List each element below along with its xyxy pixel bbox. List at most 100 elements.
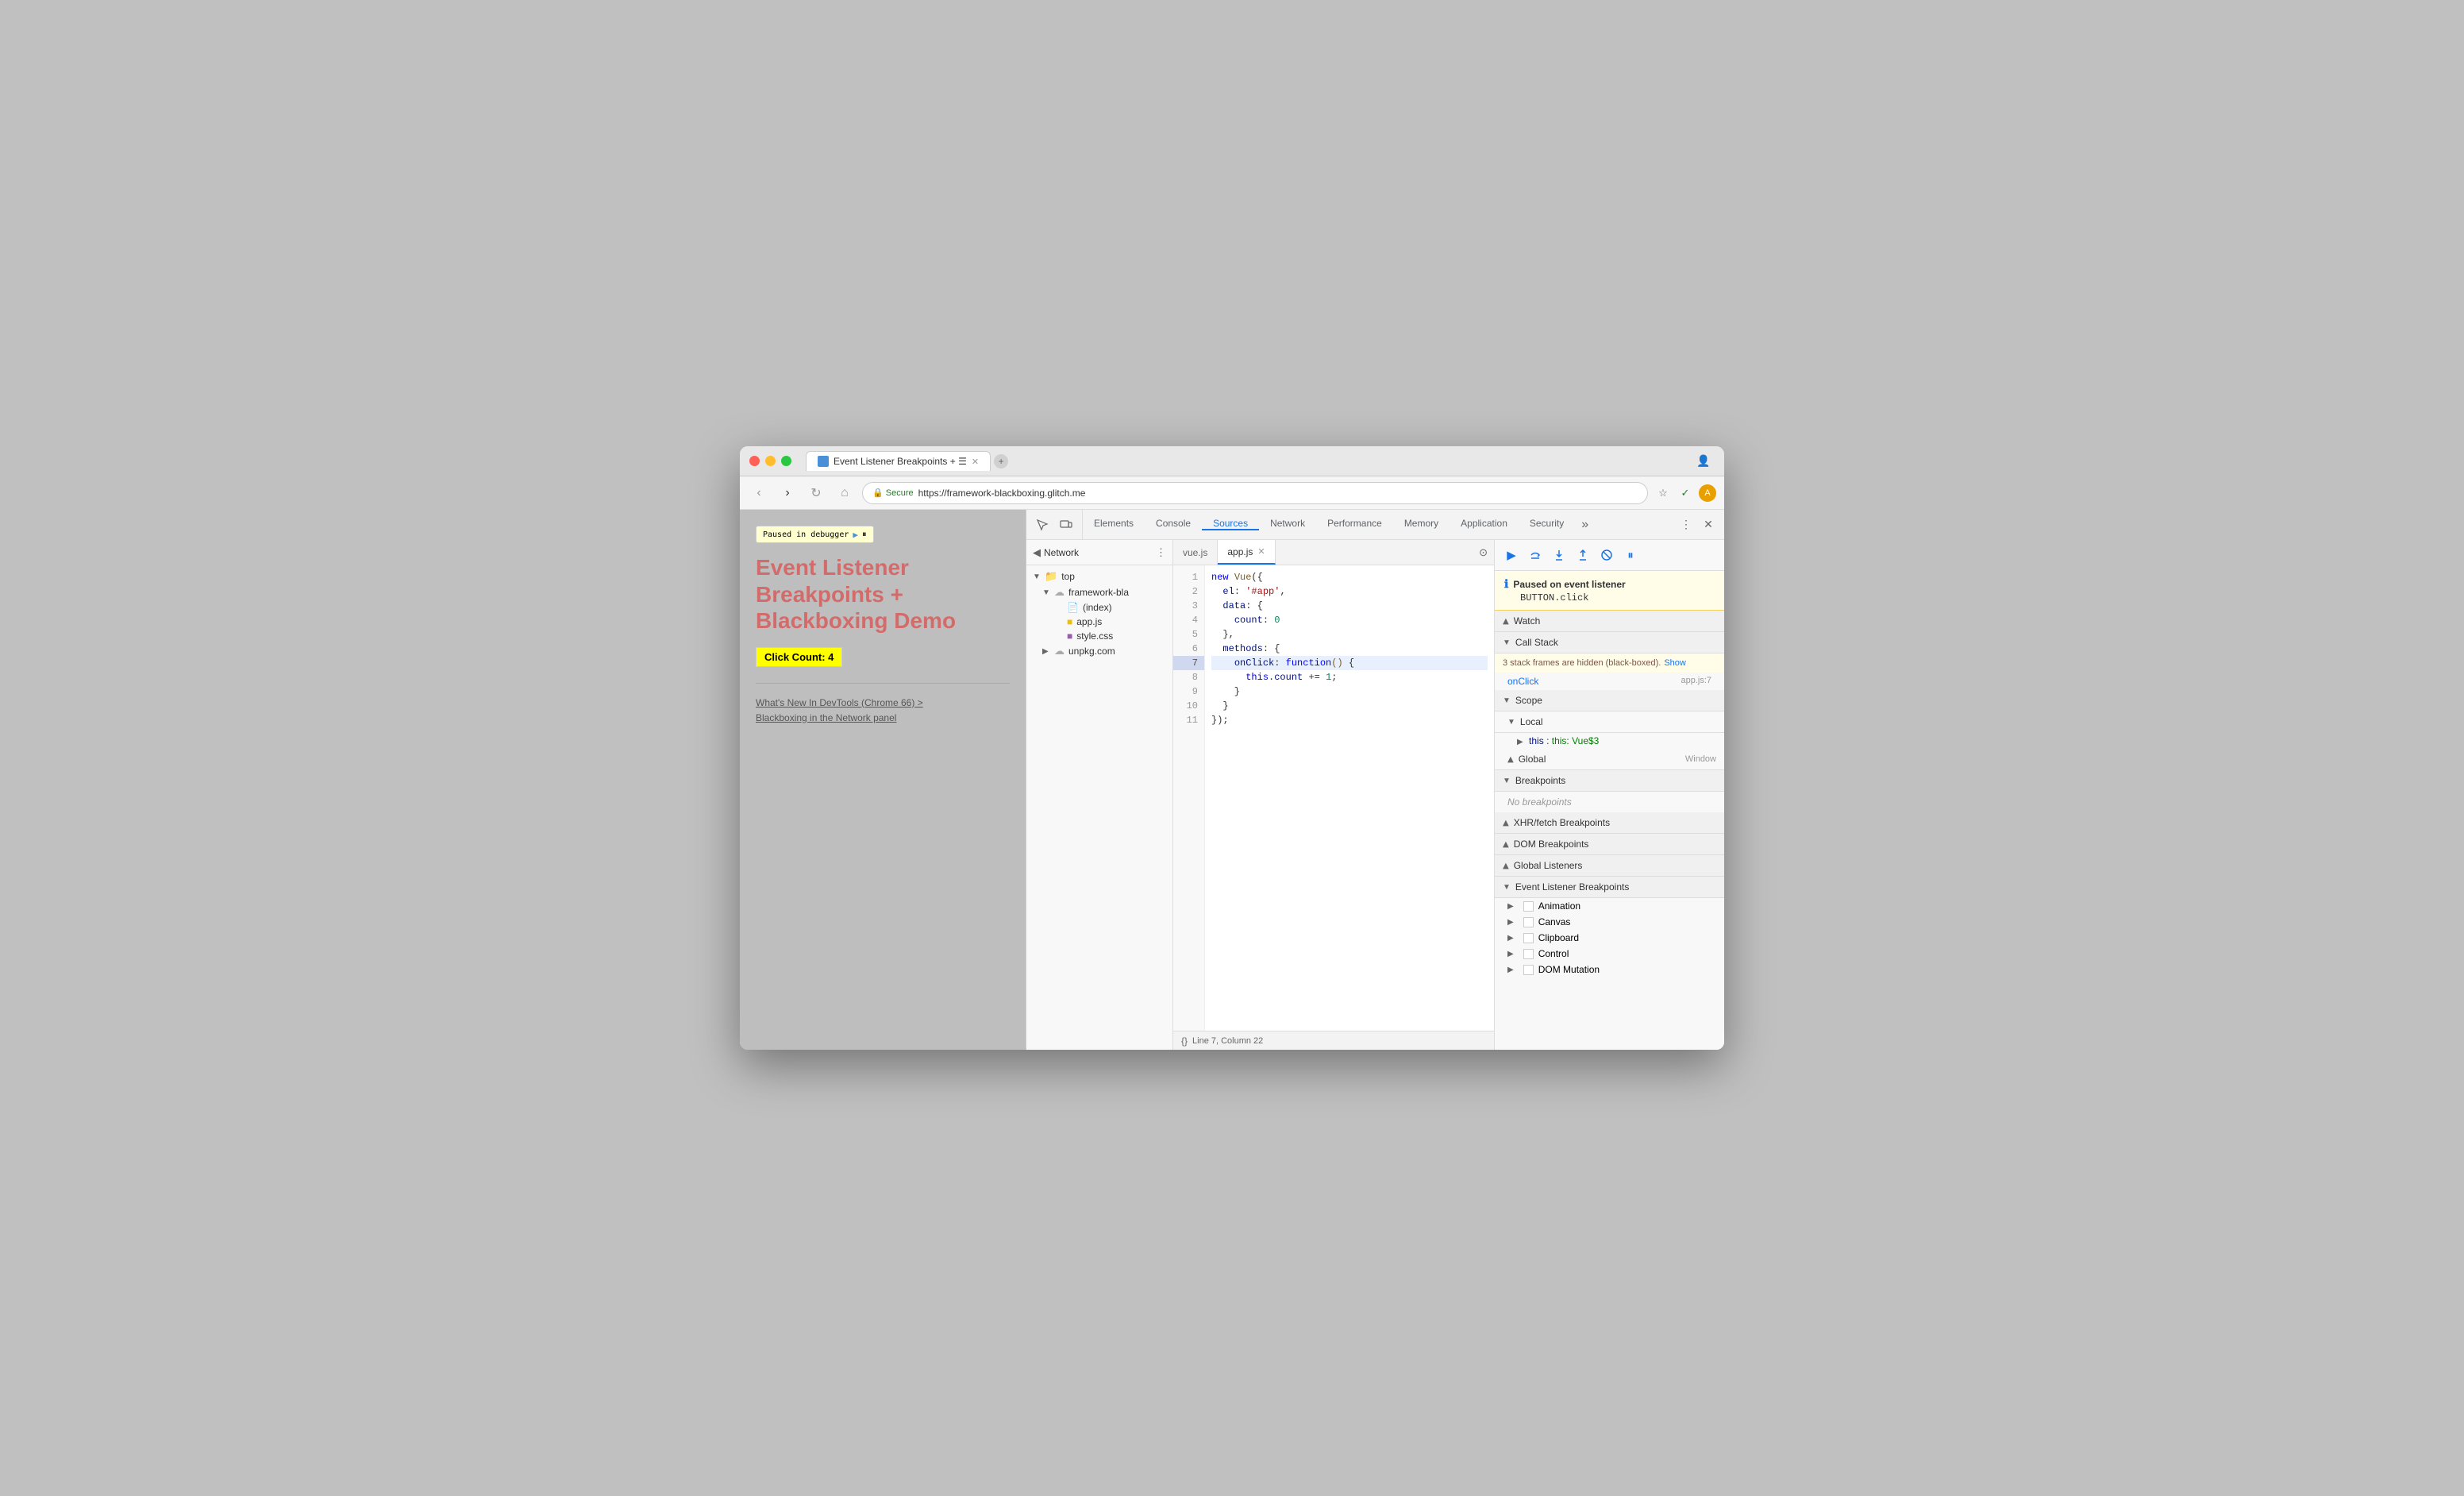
global-value: Window [1685,754,1716,764]
section-global[interactable]: ▶ Global Window [1495,749,1724,770]
code-content[interactable]: new Vue({ el: '#app', data: { count: 0 }… [1205,565,1494,1031]
section-dom-breakpoints[interactable]: ▶ DOM Breakpoints [1495,834,1724,855]
tab-memory[interactable]: Memory [1393,518,1450,530]
dom-bp-title: DOM Breakpoints [1514,839,1589,850]
evt-dom-mutation[interactable]: ▶ DOM Mutation [1495,962,1724,977]
tree-item-stylecss[interactable]: ■ style.css [1026,629,1172,643]
section-xhr-breakpoints[interactable]: ▶ XHR/fetch Breakpoints [1495,812,1724,834]
clipboard-checkbox[interactable] [1523,933,1534,943]
dom-mutation-label: DOM Mutation [1538,964,1600,975]
evt-animation[interactable]: ▶ Animation [1495,898,1724,914]
section-event-listener-bp[interactable]: ▼ Event Listener Breakpoints [1495,877,1724,898]
new-tab-button[interactable]: + [994,454,1008,468]
code-editor[interactable]: 1 2 3 4 5 6 7 8 9 10 11 [1173,565,1494,1031]
url-bar[interactable]: 🔒 Secure https://framework-blackboxing.g… [862,482,1648,504]
section-local[interactable]: ▼ Local [1495,711,1724,733]
dom-mutation-arrow: ▶ [1507,966,1514,974]
step-over-button[interactable] [1525,545,1546,565]
section-watch[interactable]: ▶ Watch [1495,611,1724,632]
network-tab-label[interactable]: Network [1044,547,1079,558]
user-icon[interactable]: 👤 [1692,450,1715,472]
dom-mutation-checkbox[interactable] [1523,965,1534,975]
tree-label-framework: framework-bla [1068,587,1129,598]
address-bar: ‹ › ↻ ⌂ 🔒 Secure https://framework-black… [740,476,1724,510]
evt-canvas[interactable]: ▶ Canvas [1495,914,1724,930]
editor-tab-appjs-label: app.js [1227,546,1253,557]
close-button[interactable] [749,456,760,466]
local-arrow-icon: ▼ [1507,718,1515,727]
reload-button[interactable]: ↻ [805,482,827,504]
tab-console[interactable]: Console [1145,518,1202,530]
blackboxing-link[interactable]: Blackboxing in the Network panel [756,711,1010,725]
main-content: Paused in debugger ▶ ⏸ Event Listener Br… [740,510,1724,1050]
minimize-button[interactable] [765,456,776,466]
tab-close-button[interactable]: ✕ [972,457,979,467]
address-right-icons: ☆ ✓ A [1654,484,1716,502]
evt-clipboard[interactable]: ▶ Clipboard [1495,930,1724,946]
section-callstack[interactable]: ▼ Call Stack [1495,632,1724,654]
code-line-6: methods: { [1211,642,1488,656]
canvas-label: Canvas [1538,916,1571,927]
tree-item-top[interactable]: ▼ 📁 top [1026,569,1172,584]
section-global-listeners[interactable]: ▶ Global Listeners [1495,855,1724,877]
tab-security[interactable]: Security [1519,518,1575,530]
tree-item-index[interactable]: 📄 (index) [1026,600,1172,615]
browser-tab[interactable]: Event Listener Breakpoints + ☰ ✕ [806,451,991,471]
editor-tabs: vue.js app.js ✕ ⊙ [1173,540,1494,565]
deactivate-breakpoints-icon[interactable] [1596,545,1617,565]
more-tabs-button[interactable]: » [1575,518,1595,532]
evt-control[interactable]: ▶ Control [1495,946,1724,962]
line-num-10: 10 [1173,699,1204,713]
tree-label-unpkg: unpkg.com [1068,646,1115,657]
tree-item-unpkg[interactable]: ▶ ☁ unpkg.com [1026,643,1172,659]
back-button[interactable]: ‹ [748,482,770,504]
tab-application[interactable]: Application [1450,518,1519,530]
device-toggle-icon[interactable] [1057,515,1076,534]
scope-this[interactable]: ▶ this : this: Vue$3 [1495,733,1724,749]
whats-new-link[interactable]: What's New In DevTools (Chrome 66) > [756,696,1010,710]
callstack-title: Call Stack [1515,637,1558,648]
tab-elements[interactable]: Elements [1083,518,1145,530]
tree-item-framework[interactable]: ▼ ☁ framework-bla [1026,584,1172,600]
breakpoints-arrow-icon: ▼ [1503,777,1511,785]
format-icon[interactable]: {} [1181,1035,1188,1047]
step-out-button[interactable] [1573,545,1593,565]
tree-label-top: top [1061,571,1075,582]
editor-tab-appjs-close[interactable]: ✕ [1257,546,1265,557]
maximize-button[interactable] [781,456,791,466]
bookmark-icon[interactable]: ☆ [1654,484,1672,502]
callstack-show-link[interactable]: Show [1664,658,1686,668]
tab-performance[interactable]: Performance [1316,518,1393,530]
sidebar-more-icon[interactable]: ⋮ [1156,546,1166,559]
extension-icon[interactable]: ✓ [1677,484,1694,502]
resume-button[interactable]: ▶ [1501,545,1522,565]
canvas-checkbox[interactable] [1523,917,1534,927]
step-into-button[interactable] [1549,545,1569,565]
tab-network[interactable]: Network [1259,518,1316,530]
editor-tab-vuejs[interactable]: vue.js [1173,540,1218,565]
inspect-element-icon[interactable] [1033,515,1052,534]
user-account-icon[interactable]: A [1699,484,1716,502]
section-scope[interactable]: ▼ Scope [1495,690,1724,711]
scope-this-arrow: ▶ [1517,738,1523,746]
scope-this-value: : [1546,735,1552,746]
devtools-tabs: Elements Console Sources Network Perform… [1083,518,1670,532]
editor-toggle-icon[interactable]: ⊙ [1473,546,1494,559]
sources-sidebar: ◀ Network ⋮ ▼ 📁 top ▼ [1026,540,1173,1050]
devtools-close-icon[interactable]: ✕ [1699,515,1718,534]
tab-sources[interactable]: Sources [1202,518,1259,530]
animation-checkbox[interactable] [1523,901,1534,912]
control-checkbox[interactable] [1523,949,1534,959]
pause-on-exception-icon[interactable]: ⏸ [1620,545,1641,565]
forward-button[interactable]: › [776,482,799,504]
devtools-menu-icon[interactable]: ⋮ [1677,515,1696,534]
home-button[interactable]: ⌂ [834,482,856,504]
devtools-topbar: Elements Console Sources Network Perform… [1026,510,1724,540]
stack-frame-onclick[interactable]: onClick app.js:7 [1495,673,1724,690]
scope-title: Scope [1515,695,1542,706]
section-breakpoints[interactable]: ▼ Breakpoints [1495,770,1724,792]
sidebar-nav-icon[interactable]: ◀ [1033,546,1041,559]
editor-tab-appjs[interactable]: app.js ✕ [1218,540,1275,565]
editor-tab-vuejs-label: vue.js [1183,547,1207,558]
tree-item-appjs[interactable]: ■ app.js [1026,615,1172,629]
